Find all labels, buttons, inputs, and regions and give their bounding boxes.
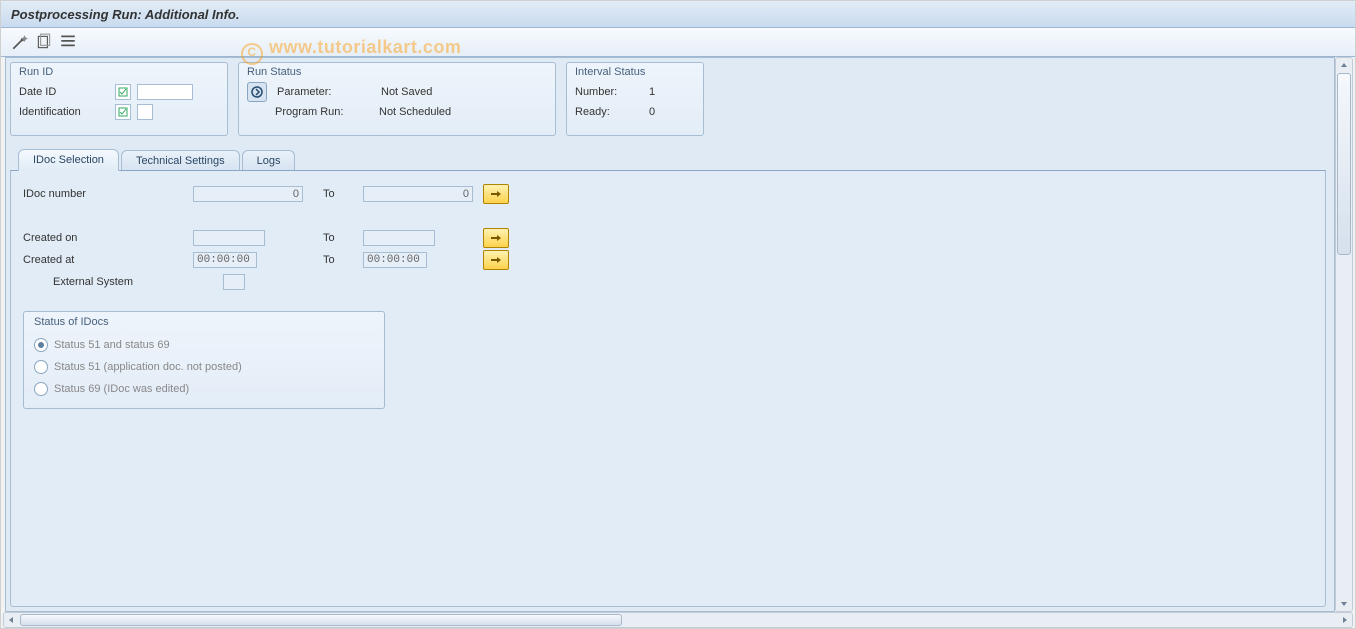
input-created-on-to[interactable] [363,230,435,246]
input-created-at-from[interactable] [193,252,257,268]
scroll-up-icon[interactable] [1336,58,1352,72]
scroll-left-icon[interactable] [4,613,18,627]
label-number: Number: [575,86,635,98]
value-number: 1 [641,86,655,98]
page-title: Postprocessing Run: Additional Info. [11,7,239,22]
input-identification[interactable] [137,104,153,120]
multi-select-idoc-number[interactable] [483,184,509,204]
label-parameter: Parameter: [277,86,367,98]
tab-technical-settings[interactable]: Technical Settings [121,150,240,171]
label-date-id: Date ID [19,86,109,98]
label-created-on: Created on [23,232,193,244]
label-status-51: Status 51 (application doc. not posted) [54,361,242,373]
group-title-run-id: Run ID [19,63,219,82]
input-date-id[interactable] [137,84,193,100]
label-program-run: Program Run: [275,106,365,118]
multi-select-created-on[interactable] [483,228,509,248]
tab-header-row: IDoc Selection Technical Settings Logs [10,146,1326,170]
group-run-status: Run Status Parameter: Not Saved Program … [238,62,556,136]
group-run-id: Run ID Date ID Identification [10,62,228,136]
group-interval-status: Interval Status Number: 1 Ready: 0 [566,62,704,136]
tool-list-icon[interactable] [59,33,77,51]
label-ready: Ready: [575,106,635,118]
multi-select-created-at[interactable] [483,250,509,270]
input-external-system[interactable] [223,274,245,290]
tab-idoc-selection[interactable]: IDoc Selection [18,149,119,171]
vertical-scrollbar[interactable] [1335,57,1353,612]
value-program-run: Not Scheduled [371,106,451,118]
input-created-on-from[interactable] [193,230,265,246]
label-status-69: Status 69 (IDoc was edited) [54,383,189,395]
content-area: Run ID Date ID Identification [5,57,1335,612]
radio-status-51[interactable] [34,360,48,374]
tab-strip: IDoc Selection Technical Settings Logs I… [10,146,1326,607]
group-title-interval: Interval Status [575,63,695,82]
tool-copy-icon[interactable] [35,33,53,51]
label-idoc-number: IDoc number [23,188,193,200]
input-idoc-number-from[interactable] [193,186,303,202]
tab-body-idoc-selection: IDoc number To Created on To [10,170,1326,607]
group-title-run-status: Run Status [247,63,547,82]
tab-logs[interactable]: Logs [242,150,296,171]
group-status-of-idocs: Status of IDocs Status 51 and status 69 … [23,311,385,409]
input-created-at-to[interactable] [363,252,427,268]
value-help-date-id[interactable] [115,84,131,100]
radio-status-69[interactable] [34,382,48,396]
tool-wand-icon[interactable] [11,33,29,51]
label-to-2: To [323,232,363,244]
value-ready: 0 [641,106,655,118]
scroll-down-icon[interactable] [1336,597,1352,611]
label-created-at: Created at [23,254,193,266]
label-to-1: To [323,188,363,200]
app-window: Postprocessing Run: Additional Info. Cww… [0,0,1356,629]
app-toolbar [1,28,1355,57]
value-parameter: Not Saved [373,86,432,98]
top-group-row: Run ID Date ID Identification [10,62,1326,136]
label-status-51-69: Status 51 and status 69 [54,339,170,351]
group-title-status-of-idocs: Status of IDocs [34,312,374,334]
scroll-right-icon[interactable] [1338,613,1352,627]
horizontal-scrollbar[interactable] [3,612,1353,628]
input-idoc-number-to[interactable] [363,186,473,202]
radio-status-51-69[interactable] [34,338,48,352]
value-help-identification[interactable] [115,104,131,120]
label-external-system: External System [23,276,223,288]
scroll-thumb-horizontal[interactable] [20,614,622,626]
scroll-thumb-vertical[interactable] [1337,73,1351,255]
label-identification: Identification [19,106,109,118]
label-to-3: To [323,254,363,266]
parameter-status-icon [247,82,267,102]
title-bar: Postprocessing Run: Additional Info. [1,1,1355,28]
